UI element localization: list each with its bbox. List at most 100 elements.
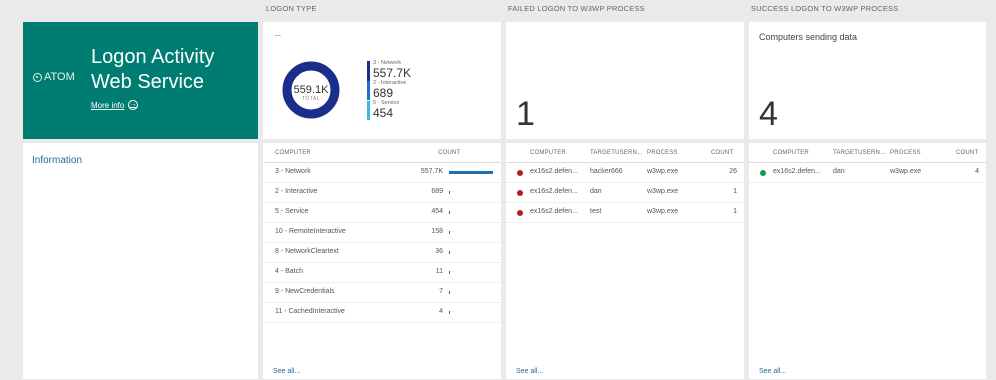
row-count: 4 [975, 168, 979, 175]
row-count: 4 [439, 308, 443, 315]
legend-swatch-network [367, 61, 370, 82]
count-bar [449, 291, 450, 294]
failed-logon-count: 1 [516, 95, 535, 133]
row-target-username: dan [833, 168, 845, 175]
count-bar [449, 251, 450, 254]
row-logon-type: 2 - Interactive [275, 188, 318, 195]
status-dot-icon [517, 190, 523, 196]
row-computer: ex16s2.defen... [530, 208, 578, 215]
table-row[interactable]: ex16s2.defen... dan w3wp.exe 4 [749, 163, 986, 183]
row-divider [263, 322, 501, 323]
row-count: 36 [435, 248, 443, 255]
legend-value: 454 [373, 106, 394, 120]
row-computer: ex16s2.defen... [773, 168, 821, 175]
legend-item-interactive: 2 - Interactive 689 [367, 80, 411, 100]
information-label: Information [32, 155, 83, 166]
failed-logon-table: COMPUTER TARGETUSERN... PROCESS COUNT ex… [506, 143, 744, 379]
table-row[interactable]: 10 - RemoteInteractive 158 [263, 223, 501, 243]
hero-title-line2: Web Service [91, 71, 205, 93]
row-count: 11 [435, 268, 443, 275]
count-bar [449, 271, 450, 274]
row-divider [506, 222, 744, 223]
row-computer: ex16s2.defen... [530, 168, 578, 175]
row-logon-type: 11 - CachedInteractive [275, 308, 345, 315]
solution-hero-tile[interactable]: ATOM Logon Activity Web Service More inf… [23, 22, 258, 139]
count-bar [449, 231, 450, 234]
count-bar [449, 311, 450, 314]
table-row[interactable]: ex16s2.defen... dan w3wp.exe 1 [506, 183, 744, 203]
column-title-failed-logon: FAILED LOGON TO W3WP PROCESS [508, 4, 645, 13]
success-tile-subtitle: Computers sending data [759, 32, 858, 42]
row-logon-type: 9 - NewCredentials [275, 288, 335, 295]
table-row[interactable]: 3 - Network 557.7K [263, 163, 501, 183]
table-row[interactable]: 2 - Interactive 689 [263, 183, 501, 203]
table-row[interactable]: 5 - Service 454 [263, 203, 501, 223]
table-row[interactable]: 9 - NewCredentials 7 [263, 283, 501, 303]
count-bar [449, 191, 450, 194]
legend-value: 689 [373, 86, 394, 100]
table-row[interactable]: 8 - NetworkCleartext 36 [263, 243, 501, 263]
see-all-link[interactable]: See all... [516, 368, 543, 375]
legend-value: 557.7K [373, 66, 412, 80]
count-bar [449, 211, 450, 214]
logon-type-donut-tile[interactable]: -- 559.1K TOTAL 3 - Network 557.7K 2 - I… [263, 22, 501, 139]
table-row[interactable]: 4 - Batch 11 [263, 263, 501, 283]
status-dot-icon [760, 170, 766, 176]
donut-total-label: TOTAL [301, 96, 321, 102]
column-header-count: COUNT [438, 150, 461, 156]
success-logon-count: 4 [759, 95, 778, 133]
row-count: 7 [439, 288, 443, 295]
row-divider [749, 182, 986, 183]
row-logon-type: 3 - Network [275, 168, 311, 175]
row-process: w3wp.exe [890, 168, 922, 175]
more-info-link[interactable]: More info → [91, 100, 139, 110]
donut-center: 559.1K TOTAL [286, 84, 336, 102]
row-count: 158 [431, 228, 443, 235]
count-bar [449, 171, 493, 174]
column-header-targetusername: TARGETUSERN... [590, 150, 643, 156]
column-title-success-logon: SUCCESS LOGON TO W3WP PROCESS [751, 4, 899, 13]
logon-type-table: COMPUTER COUNT 3 - Network 557.7K 2 - Inte… [263, 143, 501, 379]
row-process: w3wp.exe [647, 168, 679, 175]
see-all-link[interactable]: See all... [759, 368, 786, 375]
row-process: w3wp.exe [647, 188, 679, 195]
failed-logon-count-tile[interactable]: 1 [506, 22, 744, 139]
information-panel: Information [23, 143, 258, 379]
see-all-link[interactable]: See all... [273, 368, 300, 375]
column-header-count: COUNT [711, 150, 734, 156]
column-header-computer: COMPUTER [773, 150, 809, 156]
row-count: 26 [729, 168, 737, 175]
row-process: w3wp.exe [647, 208, 679, 215]
hero-title: Logon Activity Web Service [91, 45, 214, 95]
column-header-count: COUNT [956, 150, 979, 156]
row-computer: ex16s2.defen... [530, 188, 578, 195]
column-header-computer: COMPUTER [275, 150, 311, 156]
donut-total-value: 559.1K [293, 84, 329, 96]
success-logon-table: COMPUTER TARGETUSERN... PROCESS COUNT ex… [749, 143, 986, 379]
arrow-circle-icon: → [128, 100, 139, 110]
legend-swatch-interactive [367, 81, 370, 100]
table-row[interactable]: ex16s2.defen... hacker666 w3wp.exe 26 [506, 163, 744, 183]
more-info-label: More info [91, 100, 125, 110]
row-logon-type: 5 - Service [275, 208, 309, 215]
table-row[interactable]: ex16s2.defen... test w3wp.exe 1 [506, 203, 744, 223]
status-dot-icon [517, 170, 523, 176]
row-count: 1 [733, 188, 737, 195]
atom-logo: ATOM [33, 71, 75, 83]
atom-logo-text: ATOM [44, 71, 75, 83]
donut-subtitle: -- [275, 30, 281, 40]
status-dot-icon [517, 210, 523, 216]
atom-logo-icon [33, 72, 42, 82]
column-title-logon-type: LOGON TYPE [266, 4, 317, 13]
column-header-process: PROCESS [890, 150, 921, 156]
column-header-process: PROCESS [647, 150, 678, 156]
column-header-targetusername: TARGETUSERN... [833, 150, 886, 156]
row-logon-type: 8 - NetworkCleartext [275, 248, 339, 255]
row-logon-type: 4 - Batch [275, 268, 304, 275]
legend-swatch-service [367, 101, 370, 120]
column-header-computer: COMPUTER [530, 150, 566, 156]
row-logon-type: 10 - RemoteInteractive [275, 228, 346, 235]
success-logon-count-tile[interactable]: Computers sending data 4 [749, 22, 986, 139]
row-count: 1 [733, 208, 737, 215]
table-row[interactable]: 11 - CachedInteractive 4 [263, 303, 501, 323]
